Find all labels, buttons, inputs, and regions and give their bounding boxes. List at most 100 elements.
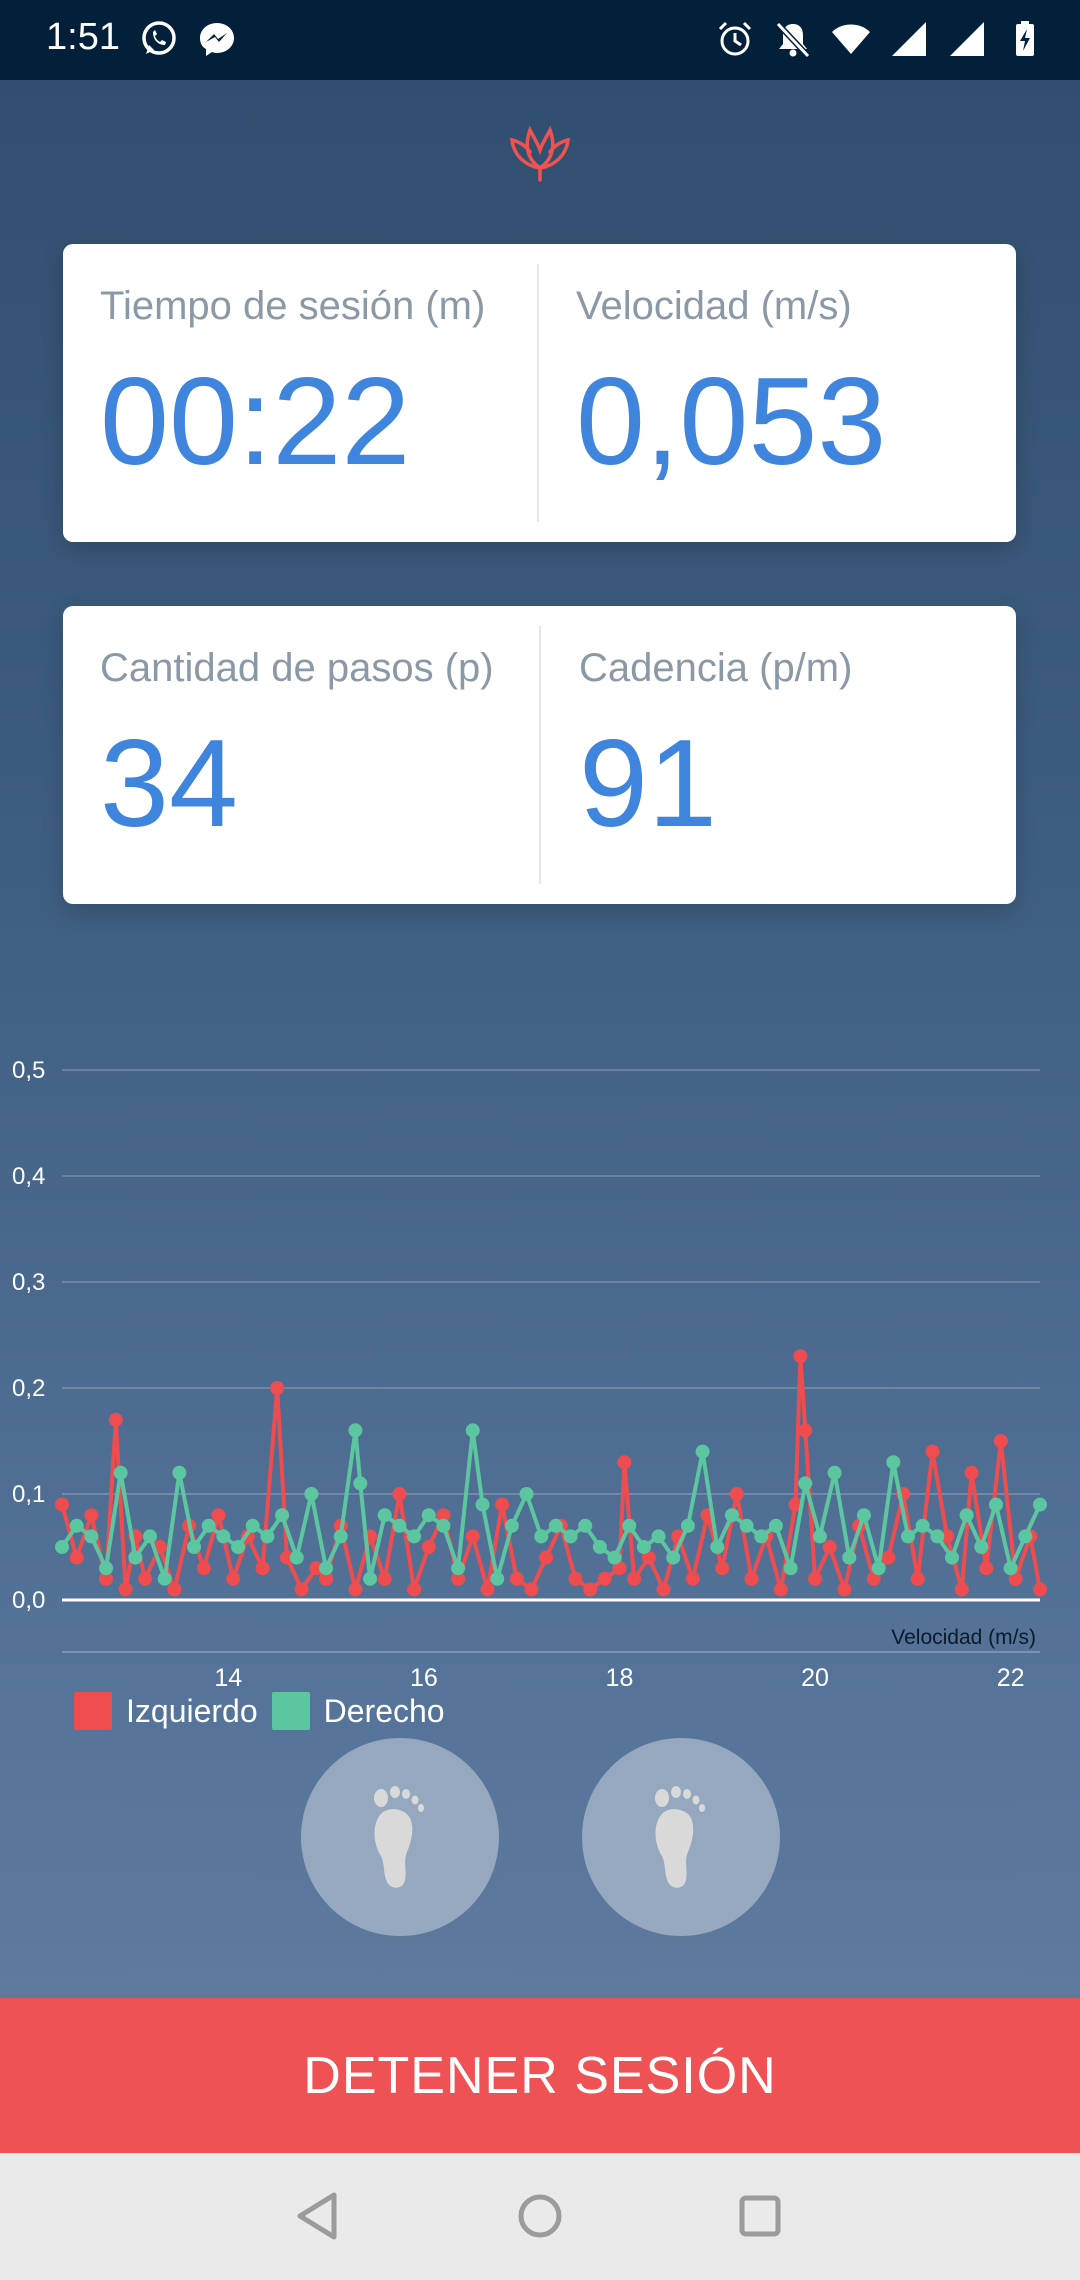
data-point-derecho (1018, 1529, 1033, 1544)
bell-off-icon (775, 21, 811, 59)
data-point-izquierdo (84, 1508, 99, 1523)
data-point-izquierdo (627, 1571, 642, 1586)
speed-label: Velocidad (m/s) (576, 284, 852, 328)
data-point-derecho (172, 1465, 187, 1480)
data-point-derecho (886, 1455, 901, 1470)
data-point-izquierdo (1033, 1582, 1047, 1597)
legend-item-right: Derecho (271, 1692, 445, 1730)
data-point-derecho (245, 1518, 260, 1533)
data-point-derecho (231, 1540, 246, 1554)
data-point-izquierdo (118, 1582, 133, 1597)
cadence-label: Cadencia (p/m) (579, 646, 853, 690)
data-point-derecho (216, 1529, 231, 1544)
steps-stats-card: Cantidad de pasos (p) 34 Cadencia (p/m) … (63, 606, 1016, 904)
data-point-derecho (754, 1529, 769, 1544)
steps-cell: Cantidad de pasos (p) 34 (63, 606, 539, 904)
data-point-derecho (548, 1518, 563, 1533)
data-point-izquierdo (495, 1497, 510, 1512)
data-point-izquierdo (539, 1550, 554, 1565)
data-point-izquierdo (617, 1455, 632, 1470)
back-triangle-icon[interactable] (288, 2183, 354, 2249)
data-point-izquierdo (993, 1434, 1008, 1448)
chart-description-label: Velocidad (m/s) (891, 1626, 1036, 1649)
data-point-derecho (666, 1550, 681, 1565)
data-point-izquierdo (270, 1381, 285, 1395)
data-point-izquierdo (524, 1582, 539, 1597)
data-point-derecho (959, 1508, 974, 1523)
data-point-derecho (84, 1529, 99, 1544)
data-point-derecho (856, 1508, 871, 1523)
data-point-izquierdo (196, 1561, 211, 1576)
data-point-derecho (592, 1540, 607, 1554)
data-point-derecho (348, 1423, 363, 1438)
footprint-icon (655, 1786, 705, 1888)
stop-session-button[interactable]: DETENER SESIÓN (0, 1998, 1080, 2153)
x-tick-label: 16 (410, 1664, 438, 1692)
data-point-izquierdo (808, 1571, 823, 1586)
data-point-derecho (812, 1529, 827, 1544)
y-tick-label: 0,2 (12, 1375, 45, 1402)
data-point-izquierdo (798, 1423, 813, 1438)
data-point-izquierdo (69, 1550, 84, 1565)
alarm-icon (718, 21, 752, 56)
data-point-derecho (534, 1529, 549, 1544)
data-point-derecho (436, 1518, 451, 1533)
x-tick-label: 18 (606, 1664, 634, 1692)
data-point-derecho (304, 1487, 319, 1501)
legend-label-right: Derecho (323, 1692, 445, 1729)
left-foot-button[interactable] (301, 1738, 499, 1936)
data-point-izquierdo (255, 1561, 270, 1576)
data-point-derecho (201, 1518, 216, 1533)
data-point-derecho (578, 1518, 593, 1533)
data-point-derecho (289, 1550, 304, 1565)
data-point-derecho (900, 1529, 915, 1544)
data-point-derecho (333, 1529, 348, 1544)
cadence-cell: Cadencia (p/m) 91 (541, 606, 1016, 904)
data-point-derecho (260, 1529, 275, 1544)
data-point-derecho (988, 1497, 1003, 1512)
data-point-derecho (974, 1540, 989, 1554)
wifi-icon (832, 24, 870, 54)
data-point-izquierdo (656, 1582, 671, 1597)
data-point-derecho (421, 1508, 436, 1523)
data-point-derecho (128, 1550, 143, 1565)
data-point-derecho (871, 1561, 886, 1576)
y-tick-label: 0,4 (12, 1163, 45, 1190)
home-circle-icon[interactable] (507, 2183, 573, 2249)
data-point-derecho (930, 1529, 945, 1544)
data-point-derecho (944, 1550, 959, 1565)
speed-value: 0,053 (576, 353, 887, 491)
data-point-izquierdo (964, 1465, 979, 1480)
footprint-icon (374, 1786, 424, 1888)
data-point-derecho (519, 1487, 534, 1501)
data-point-izquierdo (597, 1571, 612, 1586)
data-point-izquierdo (377, 1571, 392, 1586)
data-point-derecho (407, 1529, 422, 1544)
data-point-derecho (275, 1508, 290, 1523)
data-point-izquierdo (55, 1497, 69, 1512)
data-point-derecho (465, 1423, 480, 1438)
data-point-derecho (157, 1571, 172, 1586)
data-point-derecho (143, 1529, 158, 1544)
data-point-izquierdo (822, 1540, 837, 1554)
data-point-derecho (563, 1529, 578, 1544)
data-point-derecho (113, 1465, 128, 1480)
data-point-izquierdo (509, 1571, 524, 1586)
notification-icons (138, 18, 238, 60)
data-point-derecho (1003, 1561, 1018, 1576)
data-point-izquierdo (138, 1571, 153, 1586)
data-point-derecho (622, 1518, 637, 1533)
data-point-derecho (363, 1571, 378, 1586)
data-point-derecho (710, 1540, 725, 1554)
data-point-izquierdo (773, 1582, 788, 1597)
right-foot-button[interactable] (582, 1738, 780, 1936)
data-point-izquierdo (226, 1571, 241, 1586)
data-point-izquierdo (837, 1582, 852, 1597)
recents-square-icon[interactable] (727, 2183, 793, 2249)
status-bar: 1:51 (0, 0, 1080, 80)
battery-charging-icon (1016, 21, 1034, 56)
speed-cell: Velocidad (m/s) 0,053 (539, 244, 1016, 542)
data-point-derecho (69, 1518, 84, 1533)
session-time-cell: Tiempo de sesión (m) 00:22 (63, 244, 538, 542)
legend-item-left: Izquierdo (74, 1692, 258, 1730)
